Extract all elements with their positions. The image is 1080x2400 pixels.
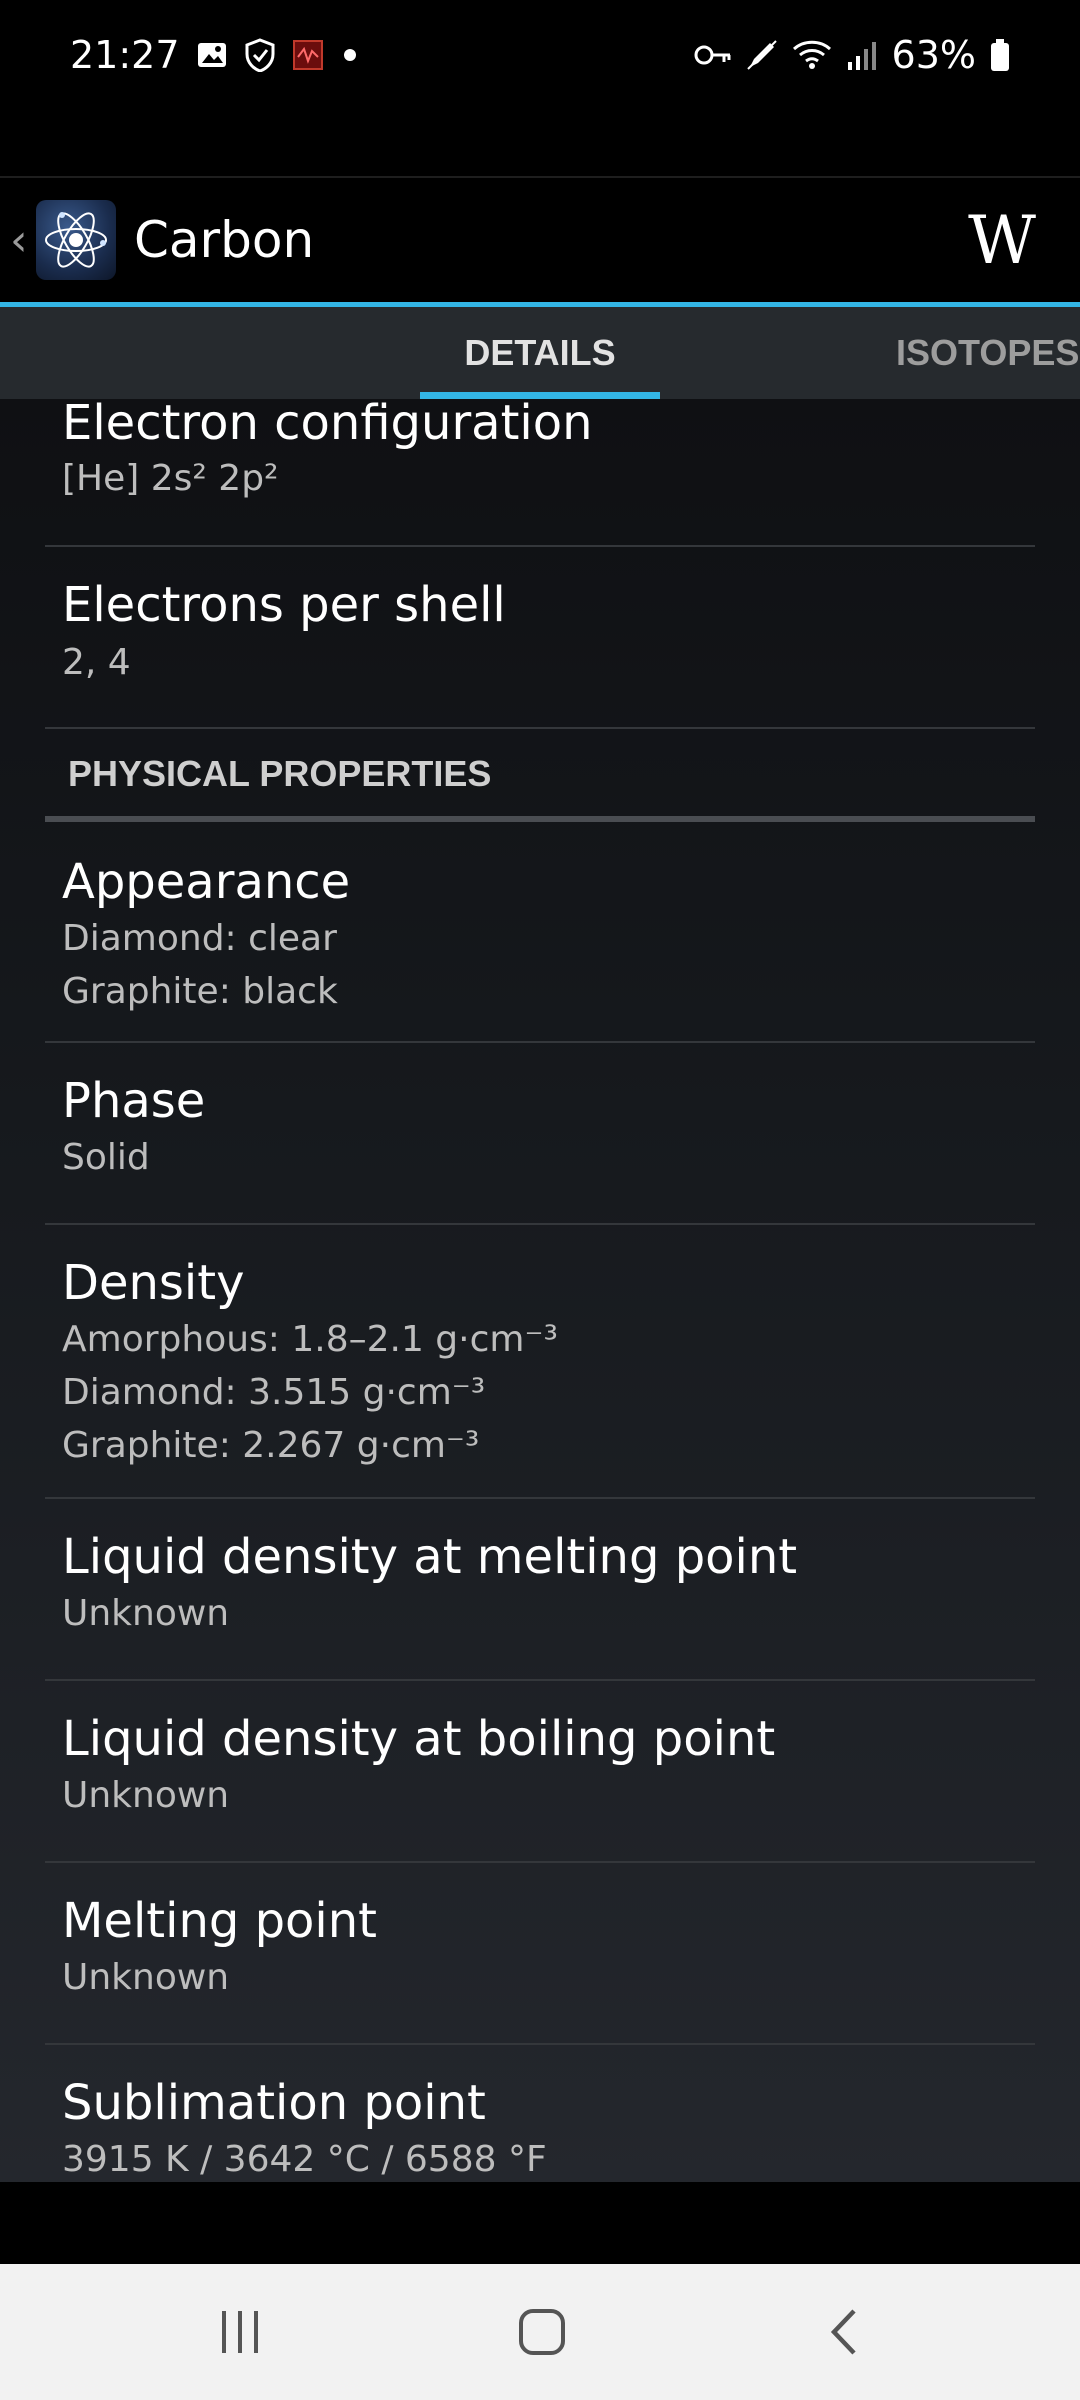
item-title: Appearance xyxy=(62,854,351,910)
item-value: Diamond: 3.515 g·cm⁻³ xyxy=(62,1372,486,1413)
app-bar: ‹ Carbon W xyxy=(0,176,1080,302)
system-nav-bar xyxy=(0,2264,1080,2400)
image-icon xyxy=(196,39,228,71)
tab-details-label: DETAILS xyxy=(464,332,616,373)
status-right: 63% xyxy=(694,33,1010,77)
item-value: 2, 4 xyxy=(62,642,131,683)
key-icon xyxy=(694,43,732,67)
item-value: Unknown xyxy=(62,1593,230,1634)
bottom-spacer xyxy=(0,2182,1080,2264)
item-value: 3915 K / 3642 °C / 6588 °F xyxy=(62,2139,547,2180)
tab-isotopes-label: ISOTOPES xyxy=(896,332,1080,373)
item-value: Solid xyxy=(62,1137,150,1178)
list-item-phase[interactable]: Phase Solid xyxy=(45,1043,1035,1225)
shield-icon xyxy=(244,38,276,72)
tab-isotopes[interactable]: ISOTOPES xyxy=(896,307,1080,399)
item-value: Unknown xyxy=(62,1957,230,1998)
red-app-icon xyxy=(292,39,324,71)
section-header-physical-properties: PHYSICAL PROPERTIES xyxy=(45,729,1035,822)
wikipedia-button[interactable]: W xyxy=(968,202,1036,279)
signal-icon xyxy=(846,40,878,70)
list-item-liquid-density-boiling[interactable]: Liquid density at boiling point Unknown xyxy=(45,1681,1035,1863)
tab-bar: DETAILS ISOTOPES xyxy=(0,307,1080,399)
battery-icon xyxy=(990,38,1010,72)
item-title: Liquid density at melting point xyxy=(62,1529,798,1585)
up-chevron-icon[interactable]: ‹ xyxy=(0,215,32,266)
list-item-sublimation-point[interactable]: Sublimation point 3915 K / 3642 °C / 658… xyxy=(45,2045,1035,2182)
item-value: Graphite: 2.267 g·cm⁻³ xyxy=(62,1425,480,1466)
list-item-electrons-per-shell[interactable]: Electrons per shell 2, 4 xyxy=(45,547,1035,729)
list-item-electron-configuration[interactable]: Electron configuration [He] 2s² 2p² xyxy=(45,399,1035,547)
battery-percent: 63% xyxy=(891,33,976,77)
status-time: 21:27 xyxy=(70,33,180,77)
item-title: Density xyxy=(62,1255,245,1311)
item-title: Sublimation point xyxy=(62,2075,486,2131)
tab-details[interactable]: DETAILS xyxy=(420,307,660,399)
status-bar: 21:27 63% xyxy=(0,0,1080,110)
details-list[interactable]: Electron configuration [He] 2s² 2p² Elec… xyxy=(0,399,1080,2182)
tab-selected-indicator xyxy=(420,392,660,399)
list-item-melting-point[interactable]: Melting point Unknown xyxy=(45,1863,1035,2045)
app-title: Carbon xyxy=(134,211,315,269)
item-title: Electron configuration xyxy=(62,399,593,451)
list-item-liquid-density-melting[interactable]: Liquid density at melting point Unknown xyxy=(45,1499,1035,1681)
item-value: Diamond: clear xyxy=(62,918,337,959)
item-value: [He] 2s² 2p² xyxy=(62,458,279,499)
atom-logo-icon[interactable] xyxy=(36,200,116,280)
pen-icon xyxy=(746,39,778,71)
item-value: Graphite: black xyxy=(62,971,338,1012)
item-title: Liquid density at boiling point xyxy=(62,1711,776,1767)
wifi-icon xyxy=(792,39,832,71)
status-left: 21:27 xyxy=(70,33,360,77)
list-item-density[interactable]: Density Amorphous: 1.8–2.1 g·cm⁻³ Diamon… xyxy=(45,1225,1035,1499)
section-label: PHYSICAL PROPERTIES xyxy=(68,753,492,794)
list-item-appearance[interactable]: Appearance Diamond: clear Graphite: blac… xyxy=(45,822,1035,1043)
item-title: Phase xyxy=(62,1073,206,1129)
item-value: Amorphous: 1.8–2.1 g·cm⁻³ xyxy=(62,1319,558,1360)
back-icon[interactable] xyxy=(814,2302,874,2362)
item-title: Electrons per shell xyxy=(62,577,506,633)
recents-icon[interactable] xyxy=(210,2302,270,2362)
home-icon[interactable] xyxy=(512,2302,572,2362)
item-title: Melting point xyxy=(62,1893,377,1949)
screen: 21:27 63% ‹ Carbon W DETAILS ISOTOPES El… xyxy=(0,0,1080,2400)
item-value: Unknown xyxy=(62,1775,230,1816)
dot-icon xyxy=(340,45,360,65)
